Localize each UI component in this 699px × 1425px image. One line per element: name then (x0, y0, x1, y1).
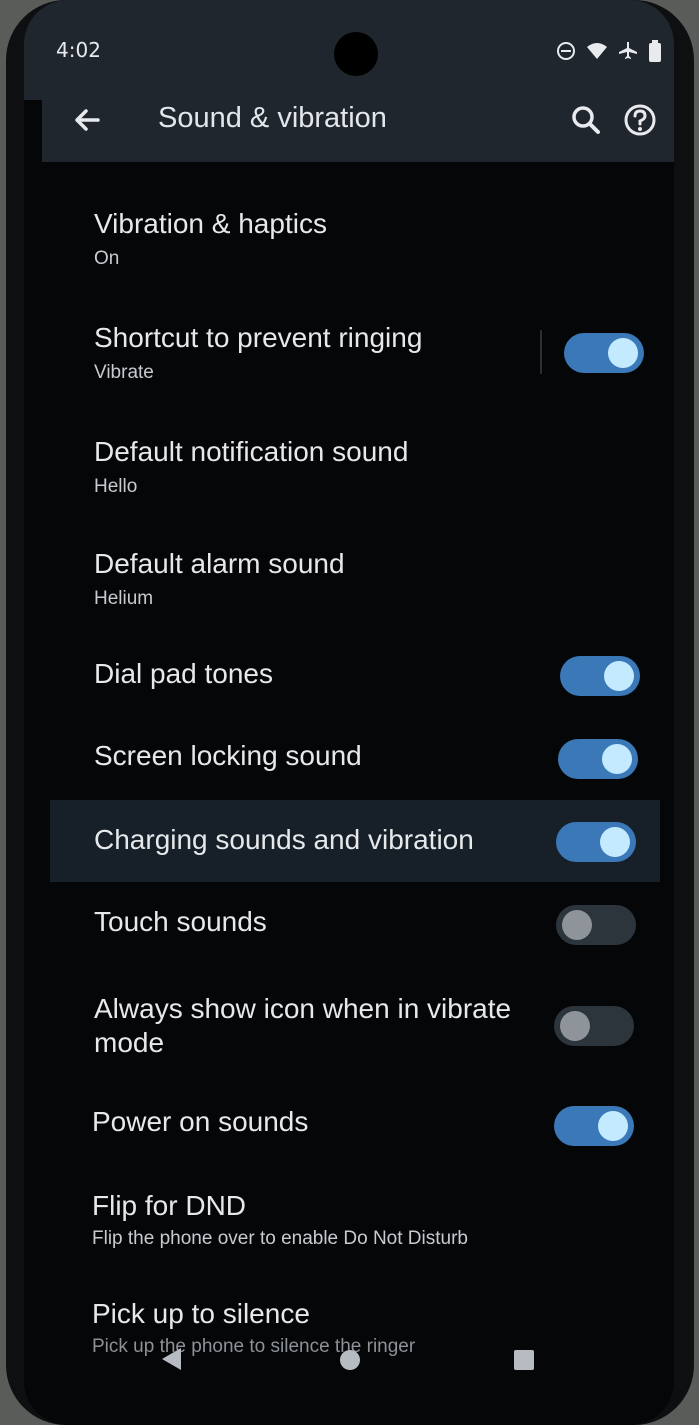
phone-frame: 4:02 Sound & vibration Vibration & hapti… (6, 0, 694, 1425)
nav-home-icon[interactable] (340, 1350, 360, 1370)
setting-label: Charging sounds and vibration (94, 824, 474, 855)
setting-default-notification-sound[interactable]: Default notification sound Hello (42, 418, 674, 518)
setting-screen-locking-sound[interactable]: Screen locking sound (42, 722, 674, 796)
toggle-knob (600, 827, 630, 857)
toggle-always-show-vibrate-icon[interactable] (554, 1006, 634, 1046)
setting-touch-sounds[interactable]: Touch sounds (42, 888, 674, 962)
search-icon[interactable] (566, 100, 606, 140)
setting-label: Screen locking sound (94, 740, 362, 771)
setting-label: Dial pad tones (94, 658, 274, 689)
divider (540, 330, 542, 374)
toggle-knob (608, 338, 638, 368)
status-time: 4:02 (56, 38, 101, 62)
app-bar: Sound & vibration (42, 80, 674, 162)
setting-summary: Vibrate (94, 362, 154, 383)
nav-recents-icon[interactable] (514, 1350, 534, 1370)
setting-label: Default alarm sound (94, 548, 345, 579)
toggle-screen-locking-sound[interactable] (558, 739, 638, 779)
setting-flip-for-dnd[interactable]: Flip for DND Flip the phone over to enab… (42, 1172, 674, 1268)
help-icon[interactable] (620, 100, 660, 140)
toggle-knob (562, 910, 592, 940)
toggle-shortcut-prevent-ringing[interactable] (564, 333, 644, 373)
setting-summary: On (94, 248, 120, 269)
toggle-touch-sounds[interactable] (556, 905, 636, 945)
toggle-dial-pad-tones[interactable] (560, 656, 640, 696)
arrow-back-icon[interactable] (68, 100, 108, 140)
screen: 4:02 Sound & vibration Vibration & hapti… (24, 0, 674, 1425)
setting-label: Shortcut to prevent ringing (94, 322, 423, 353)
setting-summary: Flip the phone over to enable Do Not Dis… (92, 1228, 468, 1249)
setting-label: Vibration & haptics (94, 208, 327, 239)
setting-charging-sounds-vibration[interactable]: Charging sounds and vibration (50, 800, 660, 882)
setting-vibration-haptics[interactable]: Vibration & haptics On (42, 190, 674, 290)
camera-cutout (334, 32, 378, 76)
setting-always-show-vibrate-icon[interactable]: Always show icon when in vibrate mode (42, 978, 674, 1074)
setting-summary: Helium (94, 588, 154, 609)
setting-power-on-sounds[interactable]: Power on sounds (42, 1088, 674, 1162)
nav-back-icon[interactable] (162, 1348, 181, 1370)
toggle-knob (602, 744, 632, 774)
navigation-bar (24, 1340, 674, 1380)
setting-label: Flip for DND (92, 1190, 247, 1221)
toggle-knob (560, 1011, 590, 1041)
setting-label: Power on sounds (92, 1106, 309, 1137)
setting-shortcut-prevent-ringing[interactable]: Shortcut to prevent ringing Vibrate (42, 302, 674, 402)
toggle-power-on-sounds[interactable] (554, 1106, 634, 1146)
wifi-icon (587, 43, 607, 59)
setting-label: Pick up to silence (92, 1298, 310, 1329)
status-icons (556, 40, 662, 62)
battery-icon (649, 40, 661, 62)
toggle-knob (598, 1111, 628, 1141)
setting-label: Default notification sound (94, 436, 409, 467)
setting-default-alarm-sound[interactable]: Default alarm sound Helium (42, 530, 674, 630)
setting-label: Always show icon when in vibrate mode (94, 993, 512, 1058)
toggle-knob (604, 661, 634, 691)
setting-label: Touch sounds (94, 906, 267, 937)
setting-summary: Hello (94, 476, 138, 497)
setting-dial-pad-tones[interactable]: Dial pad tones (42, 640, 674, 714)
do-not-disturb-icon (557, 42, 575, 60)
page-title: Sound & vibration (158, 102, 387, 134)
airplane-icon (619, 42, 637, 59)
toggle-charging-sounds-vibration[interactable] (556, 822, 636, 862)
